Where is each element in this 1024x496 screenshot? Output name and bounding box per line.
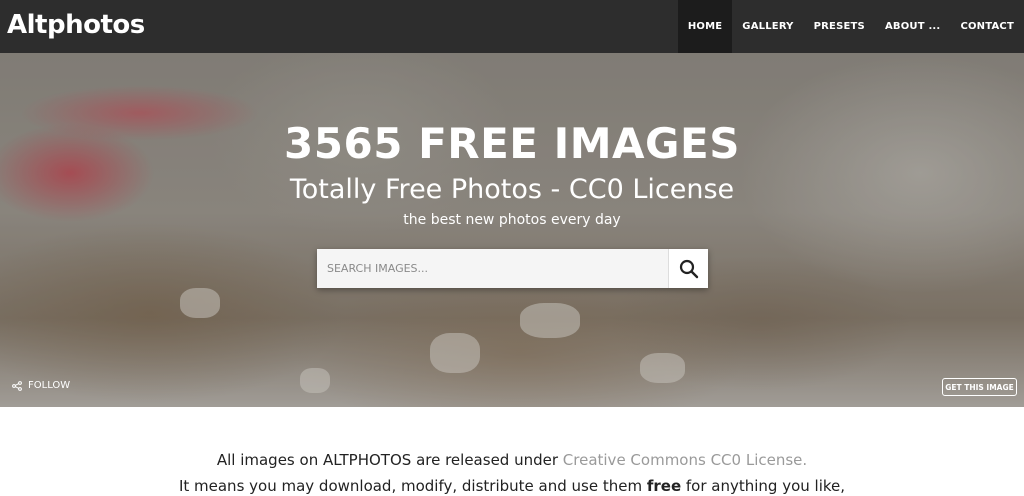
brand-logo[interactable]: Altphotos — [7, 8, 145, 42]
top-navbar: Altphotos HOME GALLERY PRESETS ABOUT ...… — [0, 0, 1024, 53]
get-this-image-button[interactable]: GET THIS IMAGE — [942, 378, 1017, 396]
hero-banner: 3565 FREE IMAGES Totally Free Photos - C… — [0, 53, 1024, 407]
nav-item-about[interactable]: ABOUT ... — [875, 0, 950, 53]
nav-item-contact[interactable]: CONTACT — [950, 0, 1024, 53]
search-box — [317, 249, 708, 288]
hero-tagline: the best new photos every day — [403, 212, 621, 228]
usage-text: It means you may download, modify, distr… — [178, 477, 647, 495]
license-info: All images on ALTPHOTOS are released und… — [0, 407, 1024, 495]
share-icon — [12, 380, 22, 391]
license-text: All images on ALTPHOTOS are released und… — [216, 451, 563, 469]
search-icon — [679, 259, 698, 278]
nav-item-presets[interactable]: PRESETS — [804, 0, 875, 53]
free-emphasis: free — [646, 477, 682, 495]
follow-button[interactable]: FOLLOW — [12, 380, 70, 391]
hero-title: 3565 FREE IMAGES — [284, 119, 740, 168]
search-button[interactable] — [668, 249, 708, 288]
search-input[interactable] — [317, 249, 669, 288]
follow-label: FOLLOW — [28, 380, 71, 391]
license-line-1: All images on ALTPHOTOS are released und… — [0, 450, 1024, 470]
main-nav: HOME GALLERY PRESETS ABOUT ... CONTACT — [677, 0, 1024, 53]
hero-overlay — [0, 53, 1024, 407]
nav-item-gallery[interactable]: GALLERY — [732, 0, 803, 53]
license-line-2: It means you may download, modify, distr… — [0, 476, 1024, 496]
nav-item-home[interactable]: HOME — [677, 0, 733, 53]
usage-text-end: for anything you like, — [681, 477, 846, 495]
hero-subtitle: Totally Free Photos - CC0 License — [289, 174, 735, 205]
cc0-license-link[interactable]: Creative Commons CC0 License. — [563, 451, 807, 469]
